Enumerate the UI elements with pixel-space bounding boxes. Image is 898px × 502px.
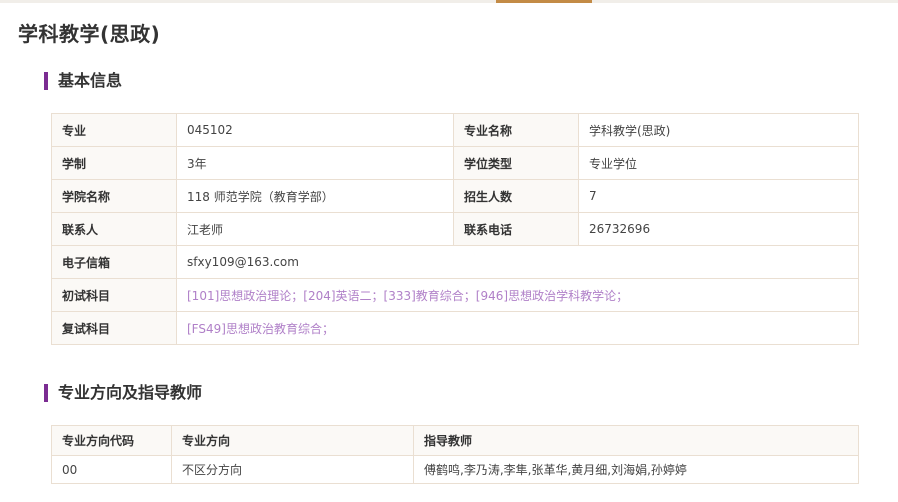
major-name-label: 专业名称: [453, 113, 579, 147]
direction-name-cell: 不区分方向: [171, 455, 414, 484]
enroll-count-value: 7: [578, 179, 859, 213]
email-value: sfxy109@163.com: [176, 245, 859, 279]
section-title-direction: 专业方向及指导教师: [44, 384, 202, 402]
table-row: 00 不区分方向 傅鹤鸣,李乃涛,李隼,张革华,黄月细,刘海娟,孙婷婷: [51, 455, 859, 484]
major-label: 专业: [51, 113, 177, 147]
table-row: 电子信箱 sfxy109@163.com: [51, 245, 859, 279]
table-header-row: 专业方向代码 专业方向 指导教师: [51, 425, 859, 456]
phone-value: 26732696: [578, 212, 859, 246]
table-row: 专业 045102 专业名称 学科教学(思政): [51, 113, 859, 147]
advisors-cell: 傅鹤鸣,李乃涛,李隼,张革华,黄月细,刘海娟,孙婷婷: [413, 455, 859, 484]
table-row: 学制 3年 学位类型 专业学位: [51, 146, 859, 180]
advisors-header: 指导教师: [413, 425, 859, 456]
section-title-basic-info: 基本信息: [44, 72, 122, 90]
retest-subjects-label: 复试科目: [51, 311, 177, 345]
enroll-count-label: 招生人数: [453, 179, 579, 213]
table-row: 学院名称 118 师范学院（教育学部） 招生人数 7: [51, 179, 859, 213]
college-label: 学院名称: [51, 179, 177, 213]
prelim-subjects-link[interactable]: [101]思想政治理论；[204]英语二；[333]教育综合；[946]思想政治…: [176, 278, 859, 312]
basic-info-table: 专业 045102 专业名称 学科教学(思政) 学制 3年 学位类型 专业学位 …: [51, 113, 859, 345]
contact-label: 联系人: [51, 212, 177, 246]
direction-name-header: 专业方向: [171, 425, 414, 456]
degree-type-value: 专业学位: [578, 146, 859, 180]
college-value: 118 师范学院（教育学部）: [176, 179, 454, 213]
table-row: 联系人 江老师 联系电话 26732696: [51, 212, 859, 246]
table-row: 初试科目 [101]思想政治理论；[204]英语二；[333]教育综合；[946…: [51, 278, 859, 312]
top-divider: [0, 0, 898, 3]
active-tab-indicator: [496, 0, 592, 3]
degree-type-label: 学位类型: [453, 146, 579, 180]
major-value: 045102: [176, 113, 454, 147]
retest-subjects-link[interactable]: [FS49]思想政治教育综合；: [176, 311, 859, 345]
phone-label: 联系电话: [453, 212, 579, 246]
page-title: 学科教学(思政): [18, 22, 161, 46]
prelim-subjects-label: 初试科目: [51, 278, 177, 312]
direction-code-cell: 00: [51, 455, 172, 484]
major-name-value: 学科教学(思政): [578, 113, 859, 147]
direction-code-header: 专业方向代码: [51, 425, 172, 456]
direction-table: 专业方向代码 专业方向 指导教师 00 不区分方向 傅鹤鸣,李乃涛,李隼,张革华…: [51, 425, 859, 484]
table-row: 复试科目 [FS49]思想政治教育综合；: [51, 311, 859, 345]
contact-value: 江老师: [176, 212, 454, 246]
email-label: 电子信箱: [51, 245, 177, 279]
duration-label: 学制: [51, 146, 177, 180]
duration-value: 3年: [176, 146, 454, 180]
